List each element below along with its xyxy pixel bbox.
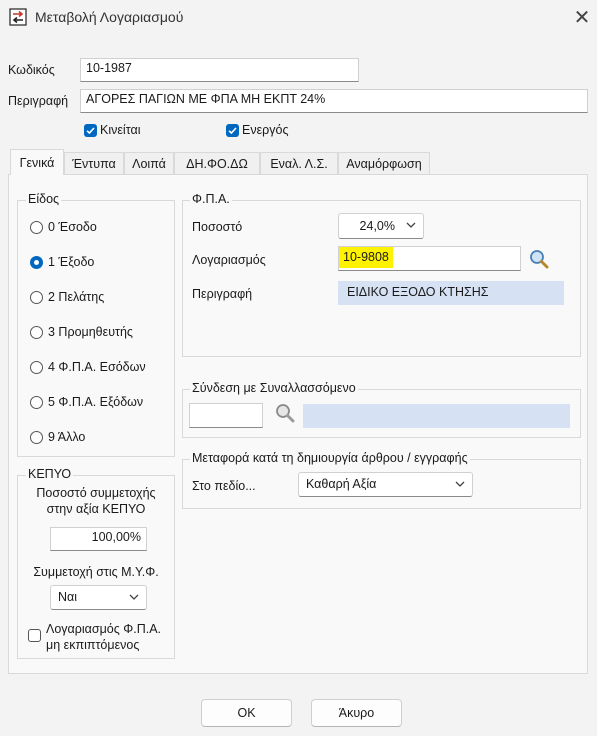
- chevron-down-icon: [455, 481, 465, 487]
- active-checkbox[interactable]: [84, 124, 97, 137]
- enabled-checkbox[interactable]: [226, 124, 239, 137]
- code-field[interactable]: 10-1987: [80, 58, 359, 82]
- transfer-field-value: Καθαρή Αξία: [306, 477, 377, 491]
- active-label: Κινείται: [100, 123, 141, 137]
- description-label: Περιγραφή: [8, 94, 69, 108]
- kepyo-myf-value: Ναι: [58, 590, 78, 604]
- radio-expense[interactable]: [30, 256, 43, 269]
- search-icon[interactable]: [528, 248, 550, 270]
- kepyo-group-title: ΚΕΠΥΟ: [26, 467, 74, 481]
- kepyo-participation-label-1: Ποσοστό συμμετοχής: [36, 486, 156, 500]
- tab-general[interactable]: Γενικά: [10, 149, 64, 175]
- link-group-title: Σύνδεση με Συναλλασσόμενο: [190, 381, 358, 395]
- kepyo-myf-label: Συμμετοχή στις Μ.Υ.Φ.: [33, 565, 159, 579]
- vat-desc-field: ΕΙΔΙΚΟ ΕΞΟΔΟ ΚΤΗΣΗΣ: [338, 281, 564, 305]
- radio-other[interactable]: [30, 431, 43, 444]
- vat-account-field[interactable]: 10-9808: [338, 246, 521, 271]
- ok-button[interactable]: OK: [201, 699, 292, 727]
- vat-rate-label: Ποσοστό: [192, 220, 243, 234]
- close-icon[interactable]: ✕: [570, 5, 594, 29]
- description-field[interactable]: ΑΓΟΡΕΣ ΠΑΓΙΩΝ ΜΕ ΦΠΑ ΜΗ ΕΚΠΤ 24%: [80, 89, 588, 113]
- vat-nondeductible-checkbox[interactable]: [28, 629, 41, 642]
- enabled-label: Ενεργός: [242, 123, 289, 137]
- type-group-title: Είδος: [26, 192, 62, 206]
- chevron-down-icon: [129, 594, 139, 600]
- kepyo-myf-select[interactable]: Ναι: [50, 585, 147, 610]
- radio-vat-expense[interactable]: [30, 396, 43, 409]
- cancel-button[interactable]: Άκυρο: [311, 699, 402, 727]
- radio-vat-income-label: 4 Φ.Π.Α. Εσόδων: [48, 360, 146, 374]
- radio-income-label: 0 Έσοδο: [48, 220, 97, 234]
- transfer-group-title: Μεταφορά κατά τη δημιουργία άρθρου / εγγ…: [190, 451, 470, 465]
- radio-expense-label: 1 Έξοδο: [48, 255, 95, 269]
- app-icon: [9, 8, 27, 26]
- transfer-field-select[interactable]: Καθαρή Αξία: [298, 472, 473, 497]
- vat-account-value: 10-9808: [339, 247, 393, 268]
- radio-vat-expense-label: 5 Φ.Π.Α. Εξόδων: [48, 395, 144, 409]
- vat-desc-label: Περιγραφή: [192, 287, 253, 301]
- radio-supplier[interactable]: [30, 326, 43, 339]
- window-title: Μεταβολή Λογαριασμού: [35, 9, 184, 25]
- vat-rate-select[interactable]: 24,0%: [338, 213, 424, 239]
- link-name-field: [303, 404, 570, 428]
- chevron-down-icon: [406, 222, 416, 228]
- vat-nondeductible-label-2: μη εκπιπτόμενος: [46, 638, 140, 652]
- tab-other[interactable]: Λοιπά: [124, 152, 174, 174]
- vat-rate-value: 24,0%: [359, 219, 395, 233]
- tab-forms[interactable]: Έντυπα: [64, 152, 124, 174]
- code-label: Κωδικός: [8, 63, 55, 77]
- radio-income[interactable]: [30, 221, 43, 234]
- vat-account-label: Λογαριασμός: [192, 253, 266, 267]
- transfer-field-label: Στο πεδίο...: [192, 479, 256, 493]
- radio-vat-income[interactable]: [30, 361, 43, 374]
- tab-dhfodo[interactable]: ΔΗ.ΦΟ.ΔΩ: [174, 152, 260, 174]
- link-code-field[interactable]: [189, 403, 263, 428]
- kepyo-participation-field[interactable]: 100,00%: [50, 527, 147, 551]
- search-icon[interactable]: [274, 402, 296, 424]
- vat-nondeductible-label-1: Λογαριασμός Φ.Π.Α.: [46, 622, 162, 636]
- tab-reform[interactable]: Αναμόρφωση: [338, 152, 430, 174]
- vat-group-title: Φ.Π.Α.: [190, 192, 232, 206]
- tab-alt-accounts[interactable]: Εναλ. Λ.Σ.: [260, 152, 338, 174]
- radio-customer-label: 2 Πελάτης: [48, 290, 105, 304]
- radio-other-label: 9 Άλλο: [48, 430, 86, 444]
- radio-customer[interactable]: [30, 291, 43, 304]
- kepyo-participation-label-2: στην αξία ΚΕΠΥΟ: [46, 502, 146, 516]
- radio-supplier-label: 3 Προμηθευτής: [48, 325, 133, 339]
